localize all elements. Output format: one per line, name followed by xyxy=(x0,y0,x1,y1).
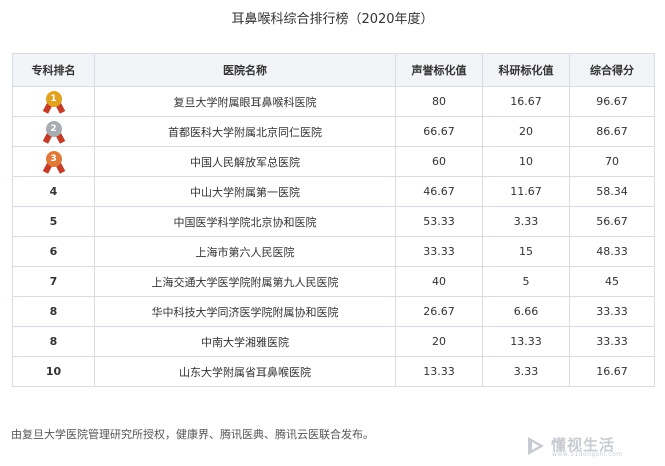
research-cell: 10 xyxy=(482,146,570,177)
research-cell: 20 xyxy=(482,116,570,147)
rank-cell: 8 xyxy=(12,326,95,357)
header-reputation: 声誉标化值 xyxy=(395,53,483,87)
reputation-cell: 33.33 xyxy=(395,236,483,267)
rank-cell: 4 xyxy=(12,176,95,207)
score-cell: 45 xyxy=(569,266,655,297)
table-row: 10 山东大学附属省耳鼻喉医院 13.33 3.33 16.67 xyxy=(12,356,655,387)
reputation-cell: 26.67 xyxy=(395,296,483,327)
hospital-name-cell: 中南大学湘雅医院 xyxy=(94,326,396,357)
table-body: 1 复旦大学附属眼耳鼻喉科医院 80 16.67 96.67 2 首都医科大学附属北京同仁医… xyxy=(12,86,655,387)
table-row: 4 中山大学附属第一医院 46.67 11.67 58.34 xyxy=(12,176,655,207)
medal-icon: 1 xyxy=(40,90,68,114)
ranking-table: 专科排名 医院名称 声誉标化值 科研标化值 综合得分 1 复旦大学附属眼耳鼻喉科医… xyxy=(12,53,655,387)
header-research: 科研标化值 xyxy=(482,53,570,87)
table-header-row: 专科排名 医院名称 声誉标化值 科研标化值 综合得分 xyxy=(12,53,655,87)
table-row: 2 首都医科大学附属北京同仁医院 66.67 20 86.67 xyxy=(12,116,655,147)
reputation-cell: 80 xyxy=(395,86,483,117)
hospital-name-cell: 中国人民解放军总医院 xyxy=(94,146,396,177)
score-cell: 33.33 xyxy=(569,296,655,327)
hospital-name-cell: 首都医科大学附属北京同仁医院 xyxy=(94,116,396,147)
table-row: 8 华中科技大学同济医学院附属协和医院 26.67 6.66 33.33 xyxy=(12,296,655,327)
source-note: 由复旦大学医院管理研究所授权，健康界、腾讯医典、腾讯云医联合发布。 xyxy=(11,428,374,441)
score-cell: 70 xyxy=(569,146,655,177)
table-row: 8 中南大学湘雅医院 20 13.33 33.33 xyxy=(12,326,655,357)
rank-cell: 10 xyxy=(12,356,95,387)
reputation-cell: 60 xyxy=(395,146,483,177)
header-score: 综合得分 xyxy=(569,53,655,87)
rank-cell: 7 xyxy=(12,266,95,297)
reputation-cell: 20 xyxy=(395,326,483,357)
reputation-cell: 53.33 xyxy=(395,206,483,237)
hospital-name-cell: 上海交通大学医学院附属第九人民医院 xyxy=(94,266,396,297)
rank-cell: 6 xyxy=(12,236,95,267)
hospital-name-cell: 上海市第六人民医院 xyxy=(94,236,396,267)
score-cell: 16.67 xyxy=(569,356,655,387)
rank-cell: 2 xyxy=(12,116,95,147)
hospital-name-cell: 中国医学科学院北京协和医院 xyxy=(94,206,396,237)
research-cell: 5 xyxy=(482,266,570,297)
reputation-cell: 13.33 xyxy=(395,356,483,387)
reputation-cell: 66.67 xyxy=(395,116,483,147)
play-triangle-icon xyxy=(528,437,544,455)
table-row: 3 中国人民解放军总医院 60 10 70 xyxy=(12,146,655,177)
header-rank: 专科排名 xyxy=(12,53,95,87)
research-cell: 16.67 xyxy=(482,86,570,117)
research-cell: 11.67 xyxy=(482,176,570,207)
rank-cell: 3 xyxy=(12,146,95,177)
research-cell: 3.33 xyxy=(482,356,570,387)
rank-cell: 8 xyxy=(12,296,95,327)
research-cell: 13.33 xyxy=(482,326,570,357)
table-row: 6 上海市第六人民医院 33.33 15 48.33 xyxy=(12,236,655,267)
hospital-name-cell: 中山大学附属第一医院 xyxy=(94,176,396,207)
medal-number: 3 xyxy=(45,150,62,167)
hospital-name-cell: 复旦大学附属眼耳鼻喉科医院 xyxy=(94,86,396,117)
medal-icon: 3 xyxy=(40,150,68,174)
table-row: 1 复旦大学附属眼耳鼻喉科医院 80 16.67 96.67 xyxy=(12,86,655,117)
medal-number: 1 xyxy=(45,90,62,107)
score-cell: 48.33 xyxy=(569,236,655,267)
ranking-table-container: 专科排名 医院名称 声誉标化值 科研标化值 综合得分 1 复旦大学附属眼耳鼻喉科医… xyxy=(12,53,655,387)
research-cell: 15 xyxy=(482,236,570,267)
score-cell: 58.34 xyxy=(569,176,655,207)
rank-cell: 5 xyxy=(12,206,95,237)
table-row: 5 中国医学科学院北京协和医院 53.33 3.33 56.67 xyxy=(12,206,655,237)
reputation-cell: 40 xyxy=(395,266,483,297)
score-cell: 33.33 xyxy=(569,326,655,357)
logo-url: www.51dongshi.com xyxy=(552,451,623,458)
medal-number: 2 xyxy=(45,120,62,137)
medal-icon: 2 xyxy=(40,120,68,144)
site-logo: 懂视生活 www.51dongshi.com xyxy=(525,434,657,460)
page-title: 耳鼻喉科综合排行榜（2020年度） xyxy=(231,12,434,27)
hospital-name-cell: 山东大学附属省耳鼻喉医院 xyxy=(94,356,396,387)
score-cell: 96.67 xyxy=(569,86,655,117)
table-row: 7 上海交通大学医学院附属第九人民医院 40 5 45 xyxy=(12,266,655,297)
rank-cell: 1 xyxy=(12,86,95,117)
score-cell: 86.67 xyxy=(569,116,655,147)
reputation-cell: 46.67 xyxy=(395,176,483,207)
hospital-name-cell: 华中科技大学同济医学院附属协和医院 xyxy=(94,296,396,327)
score-cell: 56.67 xyxy=(569,206,655,237)
research-cell: 6.66 xyxy=(482,296,570,327)
research-cell: 3.33 xyxy=(482,206,570,237)
header-hospital-name: 医院名称 xyxy=(94,53,396,87)
